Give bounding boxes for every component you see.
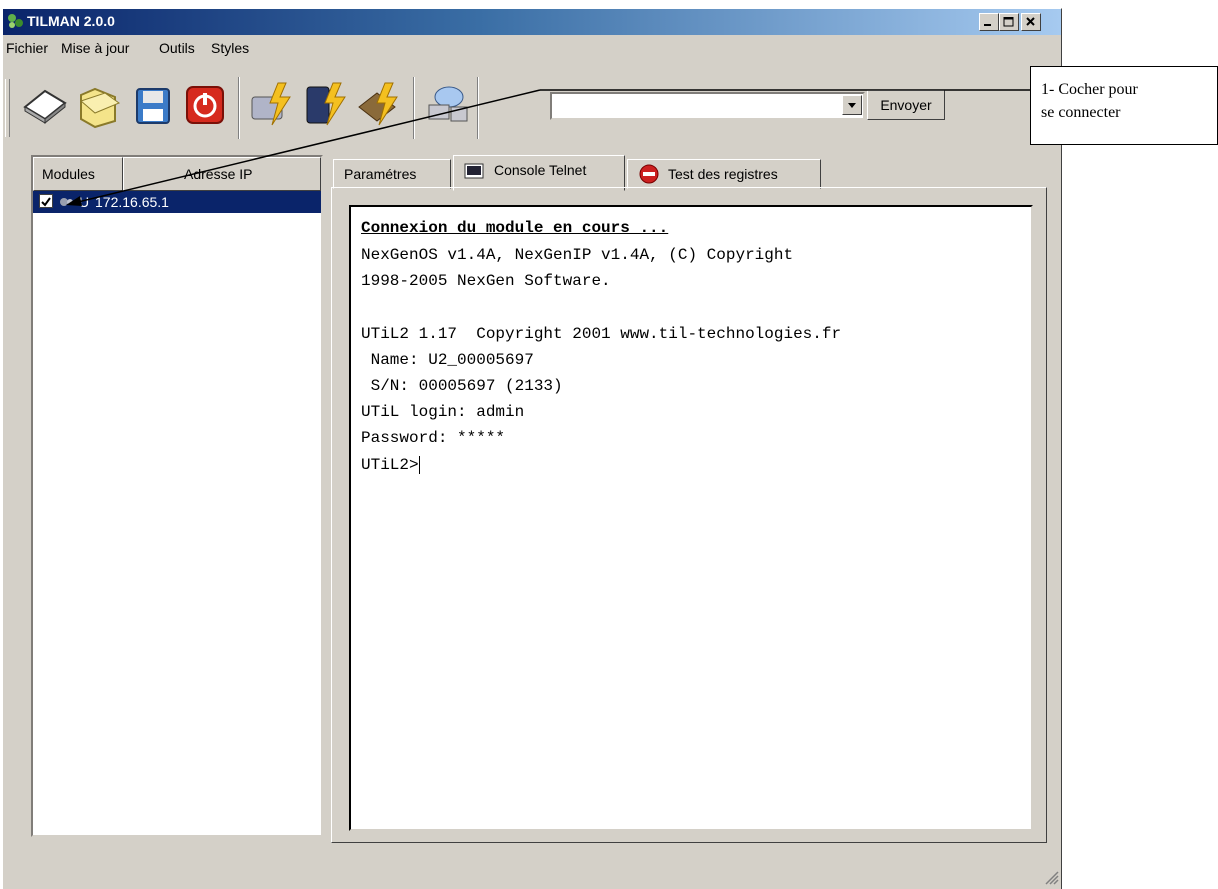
console-line: UTiL2 1.17 Copyright 2001 www.til-techno… bbox=[361, 325, 842, 343]
minimize-button[interactable] bbox=[979, 13, 999, 31]
toolbar: Envoyer bbox=[3, 59, 1061, 155]
menu-mise-a-jour[interactable]: Mise à jour bbox=[61, 40, 129, 56]
module-icon bbox=[60, 198, 73, 206]
open-folder-icon[interactable] bbox=[75, 79, 123, 131]
console-line: Password: ***** bbox=[361, 429, 506, 447]
power-icon[interactable] bbox=[181, 79, 229, 131]
tab-test-registres[interactable]: Test des registres bbox=[627, 159, 821, 189]
console-line: S/N: 00005697 (2133) bbox=[361, 377, 563, 395]
flash-chip-icon[interactable] bbox=[355, 79, 403, 131]
toolbar-separator bbox=[238, 77, 240, 139]
callout-line-1: 1- Cocher pour bbox=[1041, 81, 1138, 98]
title-bar[interactable]: TILMAN 2.0.0 bbox=[3, 9, 1061, 35]
status-bar bbox=[3, 849, 1061, 889]
window-title: TILMAN 2.0.0 bbox=[27, 13, 115, 29]
menu-bar: Fichier Mise à jour Outils Styles bbox=[3, 36, 1061, 58]
toolbar-separator bbox=[477, 77, 479, 139]
network-icon[interactable] bbox=[423, 79, 471, 131]
maximize-icon bbox=[1003, 17, 1014, 27]
resize-grip-icon[interactable] bbox=[1043, 869, 1059, 885]
app-icon bbox=[8, 14, 23, 28]
checkmark-icon bbox=[41, 197, 51, 207]
console-line: NexGenOS v1.4A, NexGenIP v1.4A, (C) Copy… bbox=[361, 246, 794, 264]
command-combobox[interactable] bbox=[550, 92, 865, 120]
annotation-callout: 1- Cocher pour se connecter bbox=[1030, 66, 1218, 145]
modules-list[interactable]: Modules Adresse IP U 172.16.65.1 bbox=[31, 155, 323, 837]
column-header-ip[interactable]: Adresse IP bbox=[123, 157, 321, 191]
toolbar-grip[interactable] bbox=[5, 79, 10, 137]
console-icon bbox=[464, 163, 484, 179]
toolbar-separator bbox=[413, 77, 415, 139]
column-header-modules[interactable]: Modules bbox=[33, 157, 123, 191]
module-ip: 172.16.65.1 bbox=[95, 194, 169, 210]
chevron-down-icon bbox=[848, 103, 856, 108]
close-button[interactable] bbox=[1021, 13, 1041, 31]
tab-console-telnet[interactable]: Console Telnet bbox=[453, 155, 625, 191]
stop-sign-icon bbox=[639, 164, 659, 184]
save-icon[interactable] bbox=[129, 79, 177, 131]
console-line: Name: U2_00005697 bbox=[361, 351, 534, 369]
prompt-text: UTiL2> bbox=[361, 456, 419, 475]
app-window: TILMAN 2.0.0 Fichier Mise à jour Outils … bbox=[2, 8, 1062, 889]
telnet-console[interactable]: Connexion du module en cours ... NexGenO… bbox=[349, 205, 1033, 831]
tab-parametres[interactable]: Paramétres bbox=[333, 159, 451, 189]
combo-dropdown-button[interactable] bbox=[842, 95, 862, 115]
send-button[interactable]: Envoyer bbox=[867, 90, 945, 120]
maximize-button[interactable] bbox=[999, 13, 1019, 31]
menu-fichier[interactable]: Fichier bbox=[6, 40, 48, 56]
console-line: Connexion du module en cours ... bbox=[361, 219, 669, 237]
disconnect-module-icon[interactable] bbox=[303, 79, 351, 131]
callout-line-2: se connecter bbox=[1041, 104, 1121, 121]
menu-styles[interactable]: Styles bbox=[211, 40, 249, 56]
module-name: U bbox=[79, 194, 90, 210]
tab-console-label: Console Telnet bbox=[494, 162, 587, 178]
module-checkbox[interactable] bbox=[39, 194, 53, 208]
connect-modules-icon[interactable] bbox=[248, 79, 296, 131]
tab-test-label: Test des registres bbox=[668, 166, 778, 182]
module-row[interactable]: U 172.16.65.1 bbox=[33, 191, 321, 213]
minimize-icon bbox=[984, 24, 991, 26]
console-line: 1998-2005 NexGen Software. bbox=[361, 272, 611, 290]
console-prompt: UTiL2> bbox=[361, 456, 420, 474]
console-line: UTiL login: admin bbox=[361, 403, 525, 421]
close-icon bbox=[1026, 17, 1035, 26]
text-cursor bbox=[418, 456, 420, 474]
menu-outils[interactable]: Outils bbox=[159, 40, 195, 56]
new-file-icon[interactable] bbox=[21, 79, 69, 131]
